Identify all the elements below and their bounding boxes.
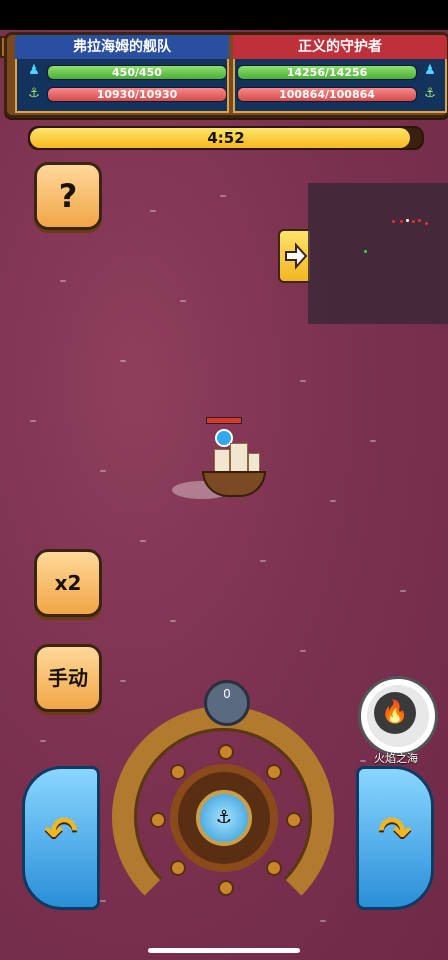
wheel-handle xyxy=(170,764,186,780)
enemy-marker xyxy=(425,222,428,225)
wheel-handle xyxy=(218,880,234,896)
manual-mode-button[interactable]: 手动 xyxy=(34,644,102,712)
battle-header: 弗拉海姆的舰队 ♟ ⚓ 450/450 10930/10930 正义的守护者 1… xyxy=(0,30,448,128)
wave xyxy=(400,590,406,592)
wave xyxy=(30,420,36,422)
skill-label: 火焰之海 xyxy=(374,752,418,765)
enemy-marker xyxy=(412,220,415,223)
flame-icon: 🔥 xyxy=(374,692,416,734)
minimap-toggle-button[interactable] xyxy=(278,229,310,283)
wave xyxy=(120,360,126,362)
steering-dial-value: 0 xyxy=(223,687,231,701)
wave xyxy=(100,900,106,902)
ship-sail xyxy=(230,443,248,473)
left-team-name: 弗拉海姆的舰队 xyxy=(15,35,229,59)
speed-toggle-button[interactable]: x2 xyxy=(34,549,102,617)
wave xyxy=(300,650,306,652)
right-hp-bar: 14256/14256 xyxy=(237,65,417,80)
ship-icon: ⚓ xyxy=(28,86,40,101)
enemy-marker xyxy=(392,220,395,223)
right-team-stats: 14256/14256 100864/100864 ♟ ⚓ xyxy=(233,59,447,113)
timer-text: 4:52 xyxy=(207,129,245,147)
crew-icon: ♟ xyxy=(424,63,436,78)
wave xyxy=(370,440,376,442)
steering-dial: 0 xyxy=(204,680,250,726)
compass-icon: ⚓ xyxy=(196,790,252,846)
game-stage: 弗拉海姆的舰队 ♟ ⚓ 450/450 10930/10930 正义的守护者 1… xyxy=(0,0,448,960)
left-team-stats: ♟ ⚓ 450/450 10930/10930 xyxy=(15,59,229,113)
wave xyxy=(300,380,306,382)
wheel-handle xyxy=(266,860,282,876)
wave xyxy=(100,470,106,472)
ship-icon: ⚓ xyxy=(424,86,436,101)
player-ship[interactable] xyxy=(172,413,276,513)
wave xyxy=(60,280,66,282)
right-shield-bar: 100864/100864 xyxy=(237,87,417,102)
wheel-handle xyxy=(150,812,166,828)
ship-sail xyxy=(214,449,230,473)
enemy-marker xyxy=(406,219,409,222)
player-marker xyxy=(364,250,367,253)
wheel-handle xyxy=(218,744,234,760)
wave xyxy=(140,540,146,542)
ship-hp-bar xyxy=(206,417,242,424)
left-hp-bar: 450/450 xyxy=(47,65,227,80)
wave xyxy=(220,195,226,197)
enemy-marker xyxy=(418,219,421,222)
turn-right-button[interactable]: ↷ xyxy=(356,766,434,910)
wave xyxy=(40,740,46,742)
wave xyxy=(180,300,186,302)
wave xyxy=(320,920,326,922)
turn-left-button[interactable]: ↶ xyxy=(22,766,100,910)
skill-button[interactable]: 🔥 xyxy=(358,676,438,756)
ship-sail xyxy=(248,453,260,473)
crew-icon: ♟ xyxy=(28,63,40,78)
wheel-handle xyxy=(170,860,186,876)
help-button[interactable]: ? xyxy=(34,162,102,230)
enemy-marker xyxy=(400,220,403,223)
turn-right-arrow-icon: ↷ xyxy=(378,809,412,855)
header-frame: 弗拉海姆的舰队 ♟ ⚓ 450/450 10930/10930 正义的守护者 1… xyxy=(4,32,448,118)
right-team-panel: 正义的守护者 14256/14256 100864/100864 ♟ ⚓ xyxy=(233,35,447,115)
wheel-handle xyxy=(266,764,282,780)
left-team-panel: 弗拉海姆的舰队 ♟ ⚓ 450/450 10930/10930 xyxy=(15,35,229,115)
left-shield-bar: 10930/10930 xyxy=(47,87,227,102)
wave xyxy=(150,210,156,212)
battle-timer: 4:52 xyxy=(28,126,424,150)
status-bar xyxy=(0,0,448,30)
minimap[interactable] xyxy=(308,183,448,324)
wheel-handle xyxy=(286,812,302,828)
turn-left-arrow-icon: ↶ xyxy=(44,809,78,855)
arrow-right-icon xyxy=(285,242,308,270)
wave xyxy=(330,500,336,502)
wave xyxy=(170,620,176,622)
wave xyxy=(120,680,126,682)
home-indicator xyxy=(148,948,300,953)
wave xyxy=(260,560,266,562)
right-team-name: 正义的守护者 xyxy=(233,35,447,59)
